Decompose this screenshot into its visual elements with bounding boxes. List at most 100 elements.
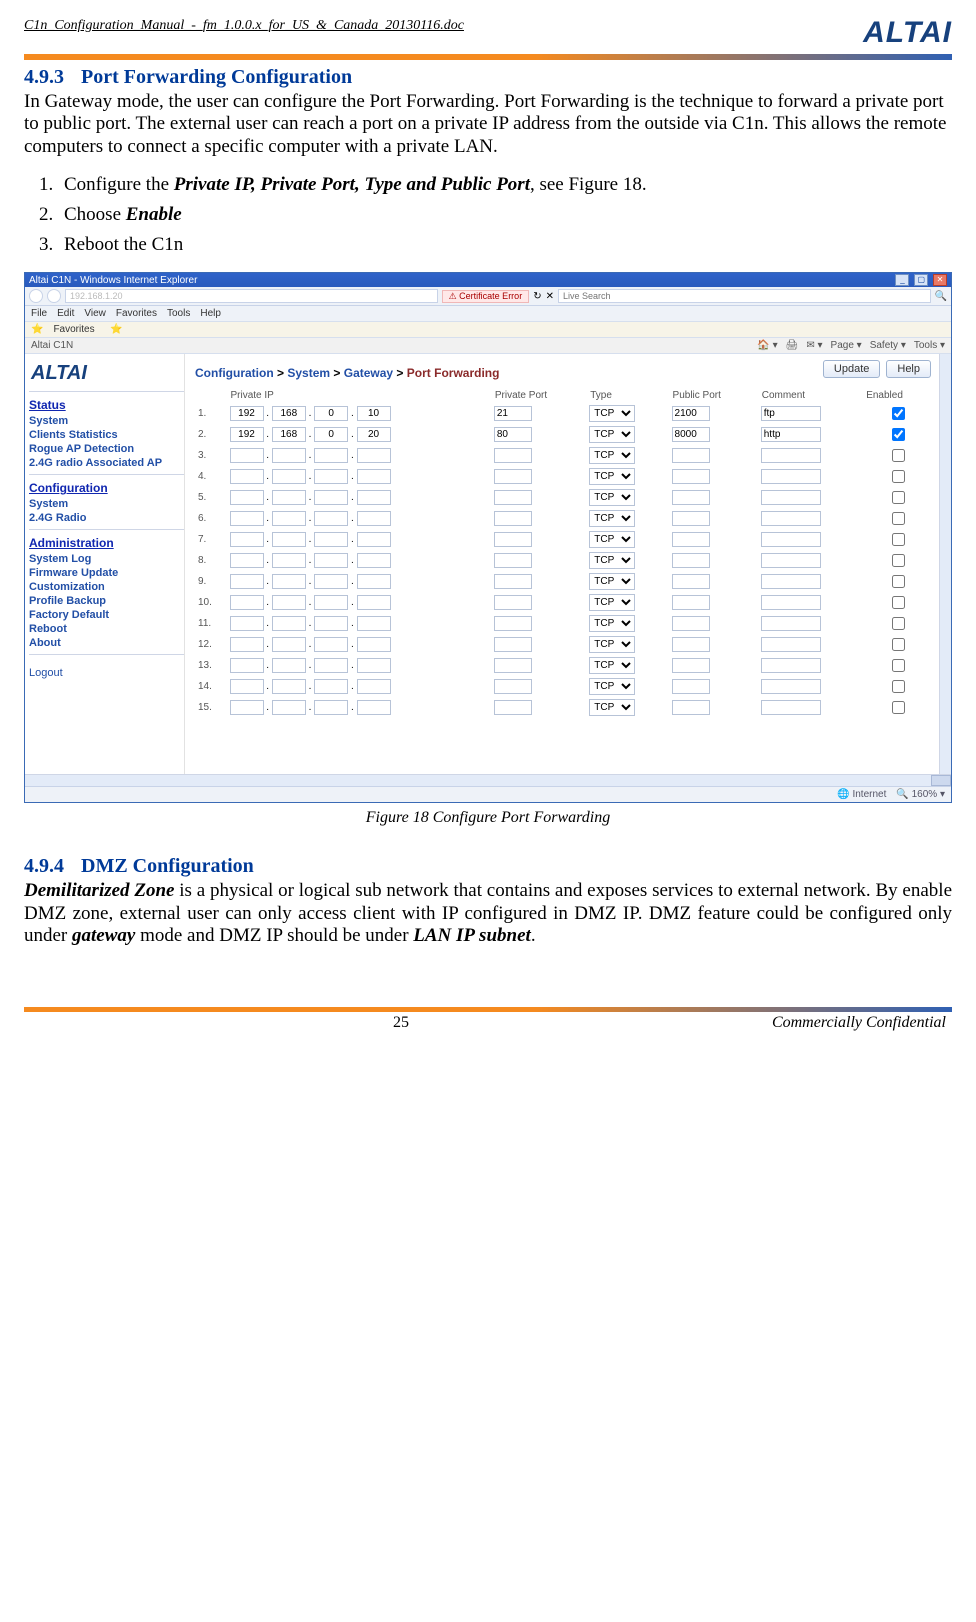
type-select[interactable]: TCP xyxy=(589,699,635,716)
sidebar-head-config[interactable]: Configuration xyxy=(29,481,184,495)
comment-input[interactable] xyxy=(761,406,821,421)
ip-octet[interactable] xyxy=(272,553,306,568)
ip-octet[interactable] xyxy=(357,427,391,442)
toolbar-item[interactable]: Tools ▾ xyxy=(914,340,945,351)
ip-octet[interactable] xyxy=(314,532,348,547)
public-port-input[interactable] xyxy=(672,511,710,526)
sidebar-item[interactable]: Reboot xyxy=(29,622,184,636)
ip-octet[interactable] xyxy=(357,595,391,610)
ip-octet[interactable] xyxy=(230,406,264,421)
sidebar-item[interactable]: Profile Backup xyxy=(29,594,184,608)
enabled-checkbox[interactable] xyxy=(892,533,905,546)
comment-input[interactable] xyxy=(761,511,821,526)
type-select[interactable]: TCP xyxy=(589,489,635,506)
ip-octet[interactable] xyxy=(230,679,264,694)
maximize-icon[interactable]: ▢ xyxy=(914,274,928,286)
ip-octet[interactable] xyxy=(314,469,348,484)
type-select[interactable]: TCP xyxy=(589,594,635,611)
ip-octet[interactable] xyxy=(272,658,306,673)
comment-input[interactable] xyxy=(761,637,821,652)
comment-input[interactable] xyxy=(761,658,821,673)
ip-octet[interactable] xyxy=(357,511,391,526)
public-port-input[interactable] xyxy=(672,469,710,484)
ip-octet[interactable] xyxy=(230,448,264,463)
ip-octet[interactable] xyxy=(230,469,264,484)
public-port-input[interactable] xyxy=(672,679,710,694)
ip-octet[interactable] xyxy=(230,511,264,526)
comment-input[interactable] xyxy=(761,448,821,463)
public-port-input[interactable] xyxy=(672,427,710,442)
sidebar-item[interactable]: Firmware Update xyxy=(29,566,184,580)
ip-octet[interactable] xyxy=(272,469,306,484)
public-port-input[interactable] xyxy=(672,406,710,421)
public-port-input[interactable] xyxy=(672,490,710,505)
ip-octet[interactable] xyxy=(230,658,264,673)
comment-input[interactable] xyxy=(761,574,821,589)
sidebar-item[interactable]: Clients Statistics xyxy=(29,428,184,442)
ip-octet[interactable] xyxy=(357,406,391,421)
ip-octet[interactable] xyxy=(357,532,391,547)
type-select[interactable]: TCP xyxy=(589,657,635,674)
ip-octet[interactable] xyxy=(314,490,348,505)
private-port-input[interactable] xyxy=(494,658,532,673)
sidebar-item[interactable]: System xyxy=(29,414,184,428)
enabled-checkbox[interactable] xyxy=(892,449,905,462)
menu-favorites[interactable]: Favorites xyxy=(116,308,157,319)
ip-octet[interactable] xyxy=(314,406,348,421)
ip-octet[interactable] xyxy=(357,553,391,568)
private-port-input[interactable] xyxy=(494,574,532,589)
ip-octet[interactable] xyxy=(230,574,264,589)
type-select[interactable]: TCP xyxy=(589,636,635,653)
comment-input[interactable] xyxy=(761,532,821,547)
menu-edit[interactable]: Edit xyxy=(57,308,74,319)
ip-octet[interactable] xyxy=(357,616,391,631)
back-icon[interactable] xyxy=(29,289,43,303)
private-port-input[interactable] xyxy=(494,427,532,442)
ip-octet[interactable] xyxy=(272,574,306,589)
ip-octet[interactable] xyxy=(230,637,264,652)
toolbar-item[interactable]: ✉ ▾ xyxy=(806,340,822,351)
ip-octet[interactable] xyxy=(272,637,306,652)
ip-octet[interactable] xyxy=(314,448,348,463)
refresh-icon[interactable]: ↻ xyxy=(533,291,541,302)
ip-octet[interactable] xyxy=(357,490,391,505)
enabled-checkbox[interactable] xyxy=(892,491,905,504)
type-select[interactable]: TCP xyxy=(589,678,635,695)
sidebar-item[interactable]: 2.4G radio Associated AP xyxy=(29,456,184,470)
enabled-checkbox[interactable] xyxy=(892,575,905,588)
tab-active[interactable]: Altai C1N xyxy=(31,340,73,351)
menu-view[interactable]: View xyxy=(84,308,106,319)
sidebar-item[interactable]: Rogue AP Detection xyxy=(29,442,184,456)
certificate-error[interactable]: ⚠ Certificate Error xyxy=(442,290,530,303)
search-icon[interactable]: 🔍 xyxy=(935,291,947,302)
private-port-input[interactable] xyxy=(494,616,532,631)
sidebar-logout[interactable]: Logout xyxy=(29,667,184,679)
ip-octet[interactable] xyxy=(314,679,348,694)
ip-octet[interactable] xyxy=(272,448,306,463)
enabled-checkbox[interactable] xyxy=(892,596,905,609)
ip-octet[interactable] xyxy=(357,574,391,589)
type-select[interactable]: TCP xyxy=(589,447,635,464)
sidebar-item[interactable]: Factory Default xyxy=(29,608,184,622)
comment-input[interactable] xyxy=(761,427,821,442)
url-input[interactable] xyxy=(65,289,438,303)
sidebar-head-status[interactable]: Status xyxy=(29,398,184,412)
private-port-input[interactable] xyxy=(494,679,532,694)
ip-octet[interactable] xyxy=(314,511,348,526)
comment-input[interactable] xyxy=(761,490,821,505)
forward-icon[interactable] xyxy=(47,289,61,303)
toolbar-item[interactable]: Page ▾ xyxy=(831,340,862,351)
private-port-input[interactable] xyxy=(494,448,532,463)
sidebar-item[interactable]: System Log xyxy=(29,552,184,566)
ip-octet[interactable] xyxy=(314,574,348,589)
ip-octet[interactable] xyxy=(272,406,306,421)
public-port-input[interactable] xyxy=(672,616,710,631)
ip-octet[interactable] xyxy=(272,427,306,442)
type-select[interactable]: TCP xyxy=(589,510,635,527)
private-port-input[interactable] xyxy=(494,469,532,484)
public-port-input[interactable] xyxy=(672,448,710,463)
ip-octet[interactable] xyxy=(272,511,306,526)
sidebar-item[interactable]: Customization xyxy=(29,580,184,594)
enabled-checkbox[interactable] xyxy=(892,680,905,693)
ip-octet[interactable] xyxy=(230,616,264,631)
